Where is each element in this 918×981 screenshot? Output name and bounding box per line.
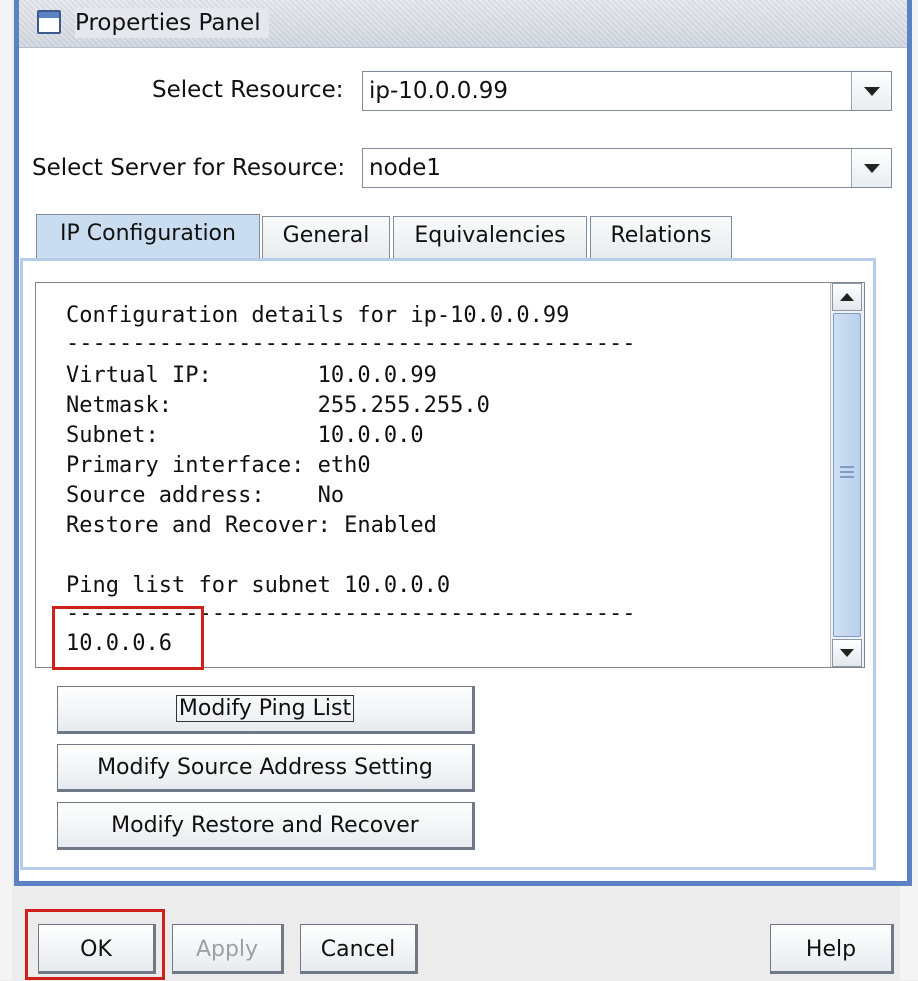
details-line: Source address: No: [66, 483, 345, 508]
help-button[interactable]: Help: [770, 924, 894, 974]
tab-ip-configuration[interactable]: IP Configuration: [36, 214, 260, 260]
grip-icon: [840, 476, 854, 478]
title-bar[interactable]: Properties Panel: [19, 0, 907, 48]
select-resource-combo[interactable]: ip-10.0.0.99: [362, 71, 892, 111]
cancel-button[interactable]: Cancel: [300, 924, 418, 974]
details-line: Ping list for subnet 10.0.0.0: [66, 573, 451, 598]
details-line: Subnet: 10.0.0.0: [66, 423, 424, 448]
chevron-down-icon[interactable]: [851, 72, 891, 110]
arrow-down-icon: [840, 649, 854, 657]
chevron-down-icon[interactable]: [851, 149, 891, 187]
details-line: ----------------------------------------…: [66, 331, 636, 356]
tab-relations[interactable]: Relations: [590, 216, 732, 258]
modify-restore-recover-button[interactable]: Modify Restore and Recover: [57, 802, 475, 850]
modify-ping-list-button[interactable]: Modify Ping List: [57, 686, 475, 734]
modify-ping-list-label: Modify Ping List: [175, 695, 355, 722]
details-line: Restore and Recover: Enabled: [66, 513, 437, 538]
grip-icon: [840, 466, 854, 468]
scroll-up-button[interactable]: [832, 283, 862, 311]
window-icon: [37, 10, 61, 34]
modify-source-address-button[interactable]: Modify Source Address Setting: [57, 744, 475, 792]
select-resource-label: Select Resource:: [152, 77, 344, 103]
details-line: Virtual IP: 10.0.0.99: [66, 363, 437, 388]
highlight-ping-entry: [52, 606, 204, 670]
details-line: Configuration details for ip-10.0.0.99: [66, 303, 570, 328]
select-server-label: Select Server for Resource:: [32, 155, 346, 181]
vertical-scrollbar[interactable]: [830, 283, 864, 667]
apply-button[interactable]: Apply: [172, 924, 284, 974]
select-server-value: node1: [369, 155, 442, 181]
tab-general[interactable]: General: [262, 216, 390, 258]
window-title: Properties Panel: [75, 8, 269, 38]
details-line: Primary interface: eth0: [66, 453, 371, 478]
select-server-combo[interactable]: node1: [362, 148, 892, 188]
highlight-ok-button: [25, 909, 165, 980]
details-line: Netmask: 255.255.255.0: [66, 393, 490, 418]
background-window-fragment: [0, 0, 12, 980]
tab-equivalencies[interactable]: Equivalencies: [393, 216, 587, 258]
scroll-thumb[interactable]: [833, 313, 861, 637]
arrow-up-icon: [840, 293, 854, 301]
select-resource-value: ip-10.0.0.99: [369, 78, 509, 104]
grip-icon: [840, 471, 854, 473]
scroll-down-button[interactable]: [832, 639, 862, 667]
